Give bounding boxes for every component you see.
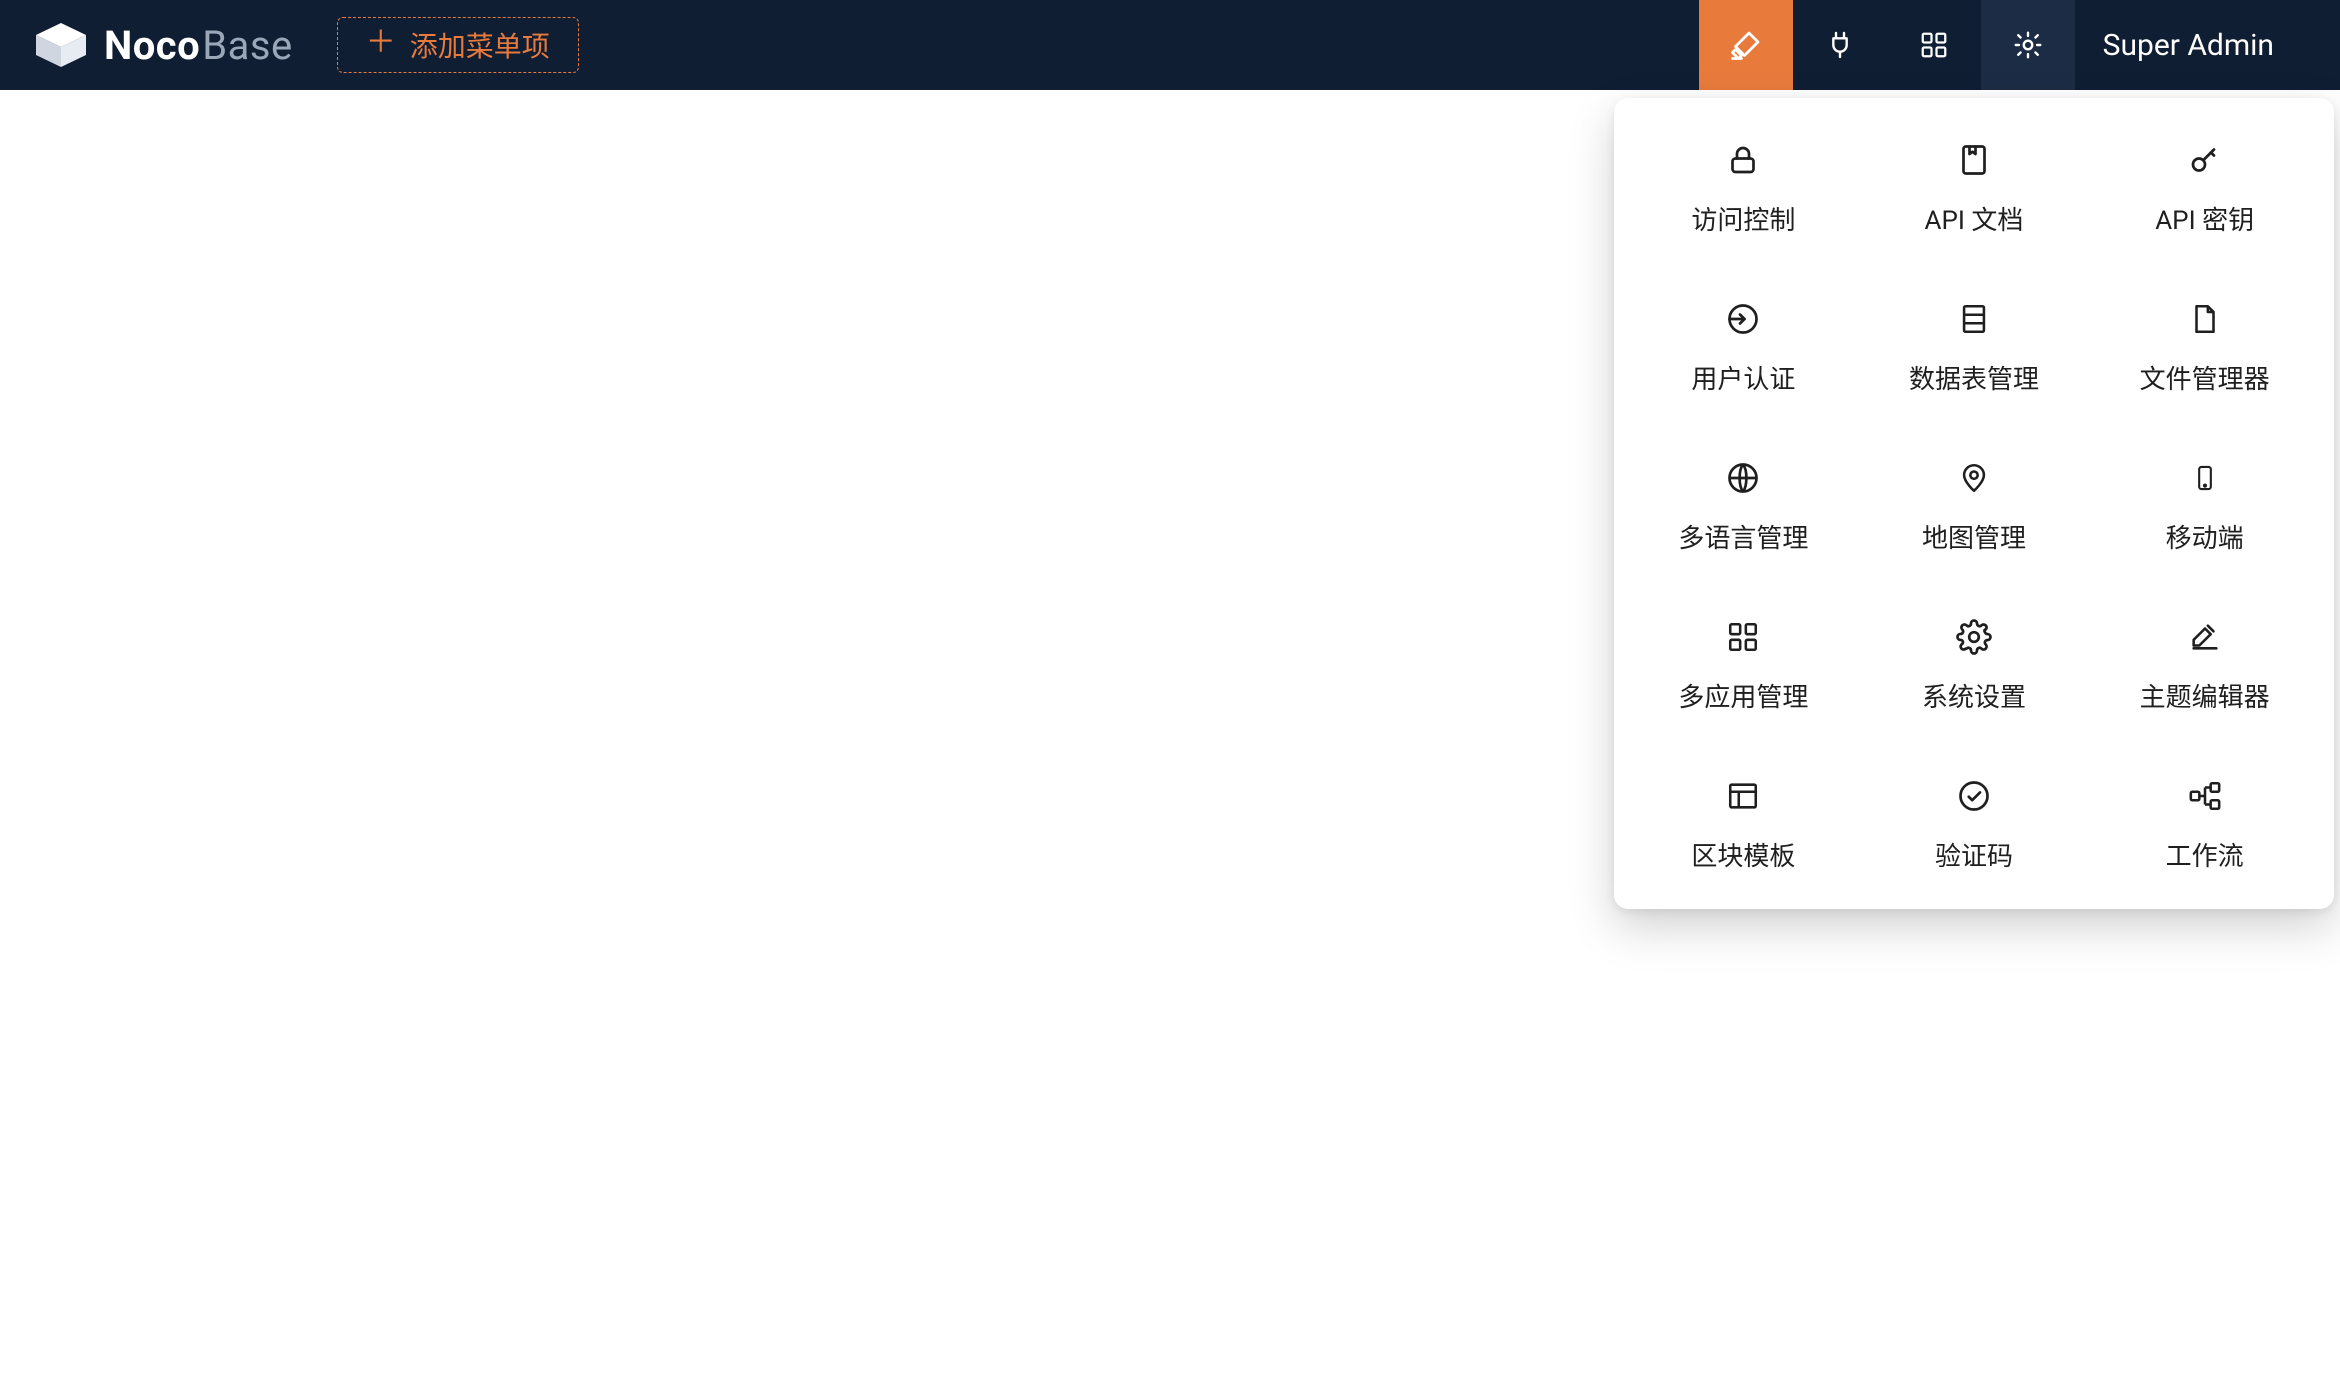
apps-icon xyxy=(1726,617,1760,657)
gear-icon xyxy=(1956,617,1992,657)
settings-item-label: 多语言管理 xyxy=(1678,518,1808,555)
workflow-icon xyxy=(2186,776,2224,816)
settings-item-label: 文件管理器 xyxy=(2140,359,2270,396)
settings-item-access-control[interactable]: 访问控制 xyxy=(1632,126,1855,243)
logo-text-strong: Noco xyxy=(104,22,200,69)
settings-item-label: 工作流 xyxy=(2166,836,2244,873)
layout-icon xyxy=(1725,776,1761,816)
settings-item-label: API 密钥 xyxy=(2155,200,2254,237)
settings-item-label: 系统设置 xyxy=(1922,677,2026,714)
settings-item-multi-app[interactable]: 多应用管理 xyxy=(1632,603,1855,720)
settings-item-file-manager[interactable]: 文件管理器 xyxy=(2093,285,2316,402)
login-icon xyxy=(1725,299,1761,339)
lock-icon xyxy=(1725,140,1761,180)
highlighter-icon xyxy=(1728,27,1764,63)
settings-item-block-templates[interactable]: 区块模板 xyxy=(1632,762,1855,879)
design-mode-button[interactable] xyxy=(1699,0,1793,90)
settings-item-label: 区块模板 xyxy=(1691,836,1795,873)
plugin-manager-button[interactable] xyxy=(1793,0,1887,90)
apps-button[interactable] xyxy=(1887,0,1981,90)
check-circle-icon xyxy=(1956,776,1992,816)
map-pin-icon xyxy=(1957,458,1991,498)
header-icon-group xyxy=(1699,0,2075,90)
settings-item-label: 数据表管理 xyxy=(1909,359,2039,396)
file-icon xyxy=(2188,299,2222,339)
settings-item-mobile[interactable]: 移动端 xyxy=(2093,444,2316,561)
settings-grid: 访问控制 API 文档 API 密钥 xyxy=(1632,126,2316,879)
settings-item-label: 多应用管理 xyxy=(1678,677,1808,714)
settings-item-map[interactable]: 地图管理 xyxy=(1863,444,2086,561)
plug-icon xyxy=(1824,29,1856,61)
settings-item-workflow[interactable]: 工作流 xyxy=(2093,762,2316,879)
settings-item-i18n[interactable]: 多语言管理 xyxy=(1632,444,1855,561)
settings-item-label: 验证码 xyxy=(1935,836,2013,873)
settings-item-verification-code[interactable]: 验证码 xyxy=(1863,762,2086,879)
globe-icon xyxy=(1725,458,1761,498)
plus-icon: ＋ xyxy=(366,28,396,58)
settings-item-label: 移动端 xyxy=(2166,518,2244,555)
settings-item-label: 主题编辑器 xyxy=(2140,677,2270,714)
key-icon xyxy=(2187,140,2223,180)
table-icon xyxy=(1957,299,1991,339)
settings-item-label: 地图管理 xyxy=(1922,518,2026,555)
settings-dropdown-button[interactable] xyxy=(1981,0,2075,90)
app-header: Noco Base ＋ 添加菜单项 xyxy=(0,0,2340,90)
settings-item-system-settings[interactable]: 系统设置 xyxy=(1863,603,2086,720)
add-menu-item-label: 添加菜单项 xyxy=(410,25,550,65)
mobile-icon xyxy=(2191,458,2219,498)
settings-item-collections[interactable]: 数据表管理 xyxy=(1863,285,2086,402)
settings-item-api-docs[interactable]: API 文档 xyxy=(1863,126,2086,243)
grid-icon xyxy=(1919,30,1949,60)
settings-item-label: 访问控制 xyxy=(1691,200,1795,237)
add-menu-item-button[interactable]: ＋ 添加菜单项 xyxy=(337,17,579,73)
logo-mark-icon xyxy=(32,21,90,69)
current-user-label: Super Admin xyxy=(2103,28,2274,63)
settings-item-label: API 文档 xyxy=(1925,200,2024,237)
logo[interactable]: Noco Base xyxy=(32,21,293,69)
paint-icon xyxy=(2187,617,2223,657)
gear-icon xyxy=(2012,29,2044,61)
settings-item-label: 用户认证 xyxy=(1691,359,1795,396)
settings-item-auth[interactable]: 用户认证 xyxy=(1632,285,1855,402)
settings-panel: 访问控制 API 文档 API 密钥 xyxy=(1614,98,2334,909)
book-icon xyxy=(1956,140,1992,180)
settings-item-theme-editor[interactable]: 主题编辑器 xyxy=(2093,603,2316,720)
settings-item-api-keys[interactable]: API 密钥 xyxy=(2093,126,2316,243)
logo-text-light: Base xyxy=(202,22,293,69)
current-user-button[interactable]: Super Admin xyxy=(2075,28,2308,63)
logo-text: Noco Base xyxy=(104,22,293,69)
